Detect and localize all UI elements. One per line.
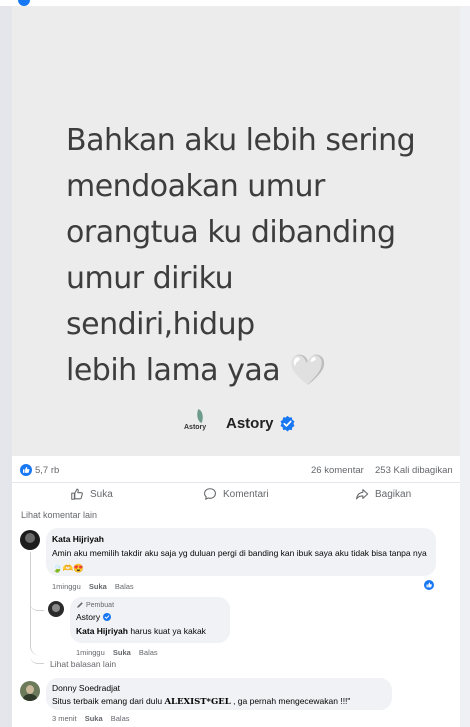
commenter-avatar[interactable] (20, 530, 40, 550)
quote-line: umur diriku sendiri,hidup (66, 261, 255, 342)
like-button[interactable]: Suka (70, 486, 113, 502)
like-reaction-icon[interactable] (20, 464, 32, 476)
comment-button[interactable]: Komentari (203, 486, 269, 502)
share-button[interactable]: Bagikan (355, 486, 411, 502)
verified-badge-icon (280, 415, 294, 431)
comment-text-bold: ALEXIST*GEL (164, 697, 231, 707)
post-quote-text: Bahkan aku lebih sering mendoakan umur o… (66, 118, 426, 394)
more-comments-link[interactable]: Lihat komentar lain (21, 510, 97, 520)
comment-time[interactable]: 3 menit (52, 714, 77, 723)
comment-meta: 3 menit Suka Balas (52, 714, 130, 723)
right-gutter (460, 6, 470, 727)
commenter-avatar[interactable] (20, 681, 40, 701)
comment-like-button[interactable]: Suka (89, 582, 107, 591)
comment-time[interactable]: 1minggu (52, 582, 81, 591)
more-replies-link[interactable]: Lihat balasan lain (50, 659, 116, 669)
share-icon (356, 489, 369, 500)
reply-author-row: Astory (76, 612, 112, 622)
quote-line: lebih lama yaa 🤍 (66, 353, 327, 388)
quote-line: orangtua ku dibanding (66, 215, 396, 250)
reply-time[interactable]: 1minggu (76, 648, 105, 657)
reply-connector (30, 596, 44, 611)
author-badge: Pembuat (76, 601, 114, 609)
comment-text-suffix: , ga pernah mengecewakan !!!" (230, 696, 351, 706)
pencil-icon (77, 602, 83, 608)
reply-bubble: Pembuat Astory Kata Hijriyah harus kuat … (70, 597, 230, 643)
brand-name: Astory (226, 414, 274, 432)
comment-bubble: Kata Hijriyah Amin aku memilih takdir ak… (46, 528, 436, 576)
quote-line: Bahkan aku lebih sering (66, 123, 416, 158)
reply-body: harus kuat ya kakak (127, 626, 206, 636)
thumbs-up-icon (71, 488, 83, 500)
like-label: Suka (90, 488, 113, 500)
brand-watermark: Astory Astory (184, 406, 296, 440)
reply-reply-button[interactable]: Balas (139, 648, 158, 657)
more-replies-connector (30, 652, 44, 664)
left-gutter (0, 6, 12, 727)
reply-text: Kata Hijriyah harus kuat ya kakak (76, 624, 206, 639)
comment-like-button[interactable]: Suka (85, 714, 103, 723)
comment-meta: 1minggu Suka Balas (52, 582, 134, 591)
comment-text: Amin aku memilih takdir aku saja yg dulu… (52, 548, 427, 573)
logo-text: Astory (184, 424, 207, 431)
astory-logo: Astory (184, 408, 212, 438)
share-label: Bagikan (375, 488, 412, 500)
reply-like-button[interactable]: Suka (113, 648, 131, 657)
post-actions: Suka Komentari Bagikan (12, 482, 460, 505)
shares-count[interactable]: 253 Kali dibagikan (375, 465, 453, 476)
comment-reply-button[interactable]: Balas (115, 582, 134, 591)
comment-author[interactable]: Kata Hijriyah (52, 534, 104, 544)
likes-count[interactable]: 5,7 rb (35, 465, 59, 476)
reply-author[interactable]: Astory (76, 612, 100, 622)
like-reaction-icon[interactable] (424, 580, 434, 590)
reply-meta: 1minggu Suka Balas (76, 648, 158, 657)
author-badge-label: Pembuat (86, 601, 115, 609)
comment-label: Komentari (223, 488, 269, 500)
verified-badge-icon (103, 613, 112, 621)
comment-author[interactable]: Donny Soedradjat (52, 683, 120, 693)
post-stats: 5,7 rb 26 komentar 253 Kali dibagikan (12, 460, 460, 482)
comment-text: Situs terbaik emang dari dulu ALEXIST*GE… (52, 694, 350, 710)
comments-count[interactable]: 26 komentar (311, 465, 364, 476)
comment-icon (204, 488, 216, 500)
post-image[interactable]: Bahkan aku lebih sering mendoakan umur o… (12, 6, 460, 456)
reply-mention[interactable]: Kata Hijriyah (76, 626, 128, 636)
quote-line: mendoakan umur (66, 169, 325, 204)
comment-text-prefix: Situs terbaik emang dari dulu (52, 696, 165, 706)
comment-bubble: Donny Soedradjat Situs terbaik emang dar… (46, 678, 392, 710)
author-avatar[interactable] (48, 601, 64, 617)
comment-reply-button[interactable]: Balas (111, 714, 130, 723)
